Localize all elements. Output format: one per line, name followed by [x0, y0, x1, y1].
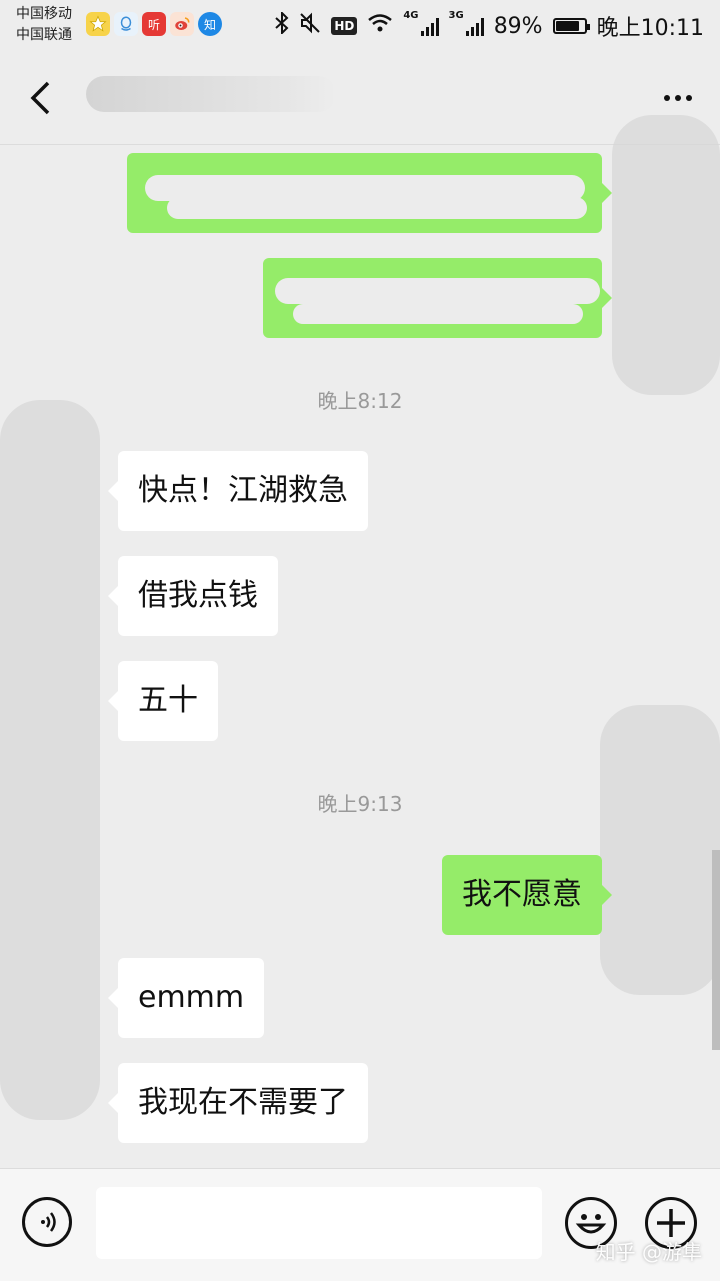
signal-icon-1: [420, 16, 439, 36]
back-button[interactable]: [22, 78, 58, 118]
star-icon: [86, 12, 110, 36]
received-message[interactable]: 我现在不需要了: [108, 1063, 368, 1143]
received-message[interactable]: 五十: [108, 661, 218, 741]
sent-message-redacted[interactable]: [127, 153, 612, 233]
message-input[interactable]: [96, 1187, 542, 1259]
watermark: 知乎 @游隼: [595, 1240, 702, 1264]
carrier-info: 中国移动 中国联通: [16, 4, 72, 46]
more-icon-dot: [686, 95, 692, 101]
received-message[interactable]: 快点！江湖救急: [108, 451, 368, 531]
more-icon-dot: [675, 95, 681, 101]
redaction-smear: [600, 705, 720, 995]
received-message[interactable]: emmm: [107, 958, 265, 1038]
zhihu-icon: 知: [198, 12, 222, 36]
redaction-smear: [0, 400, 100, 1120]
network-type-1: 4G: [403, 10, 419, 21]
scrollbar[interactable]: [712, 850, 720, 1050]
clock: 晚上10:11: [596, 16, 704, 41]
notification-icons: 听 知: [86, 12, 222, 36]
redaction-bar: [275, 278, 600, 304]
battery-percent: 89%: [493, 13, 543, 39]
redaction-bar: [167, 197, 587, 219]
carrier-2: 中国联通: [16, 27, 72, 43]
mute-icon: [299, 12, 321, 40]
carrier-1: 中国移动: [16, 6, 72, 22]
voice-button[interactable]: [22, 1197, 72, 1247]
qq-icon: [114, 12, 138, 36]
redaction-smear: [612, 115, 720, 395]
system-status: HD 4G 3G 89% 晚上10:11: [275, 10, 704, 42]
sent-message-redacted[interactable]: [263, 258, 612, 338]
status-bar: 中国移动 中国联通 听 知 HD 4G 3G 89% 晚上10:11: [0, 0, 720, 50]
weibo-icon: [170, 12, 194, 36]
chevron-left-icon: [30, 81, 50, 115]
sent-message[interactable]: 我不愿意: [442, 855, 612, 935]
hd-badge: HD: [331, 17, 358, 35]
more-icon-dot: [664, 95, 670, 101]
chat-header: [0, 50, 720, 145]
network-type-2: 3G: [448, 10, 464, 21]
signal-icon-2: [465, 16, 484, 36]
contact-name-redacted: [86, 76, 336, 112]
received-message[interactable]: 借我点钱: [108, 556, 278, 636]
redaction-bar: [293, 304, 583, 324]
timestamp: 晚上8:12: [317, 389, 403, 413]
timestamp: 晚上9:13: [317, 792, 403, 816]
message-list[interactable]: 晚上8:12 快点！江湖救急 借我点钱 五十 晚上9:13 我不愿意 emmm …: [0, 115, 720, 1168]
bluetooth-icon: [275, 10, 289, 40]
voice-icon: [41, 1212, 56, 1232]
more-button[interactable]: [658, 80, 698, 116]
battery-fill: [555, 21, 579, 31]
battery-icon: [552, 18, 590, 34]
ting-icon: 听: [142, 12, 166, 36]
wifi-icon: [367, 13, 393, 39]
